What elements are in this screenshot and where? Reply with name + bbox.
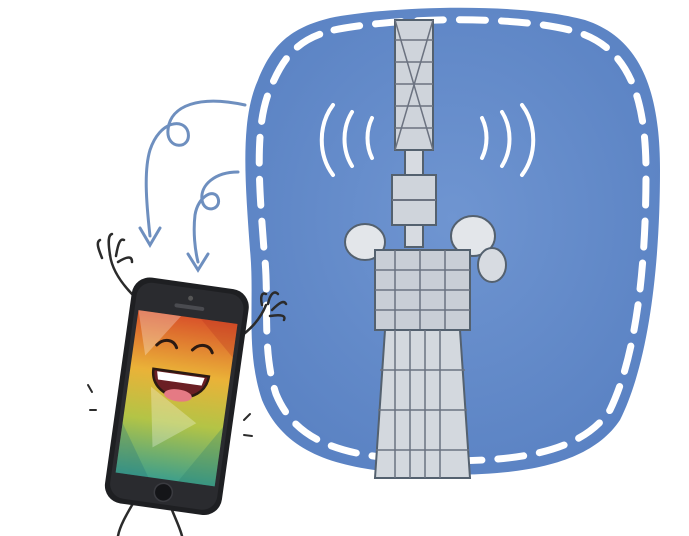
illustration	[87, 7, 661, 536]
smartphone	[104, 277, 249, 516]
dish-right-2	[477, 247, 507, 283]
curved-arrow-icon	[138, 99, 247, 273]
